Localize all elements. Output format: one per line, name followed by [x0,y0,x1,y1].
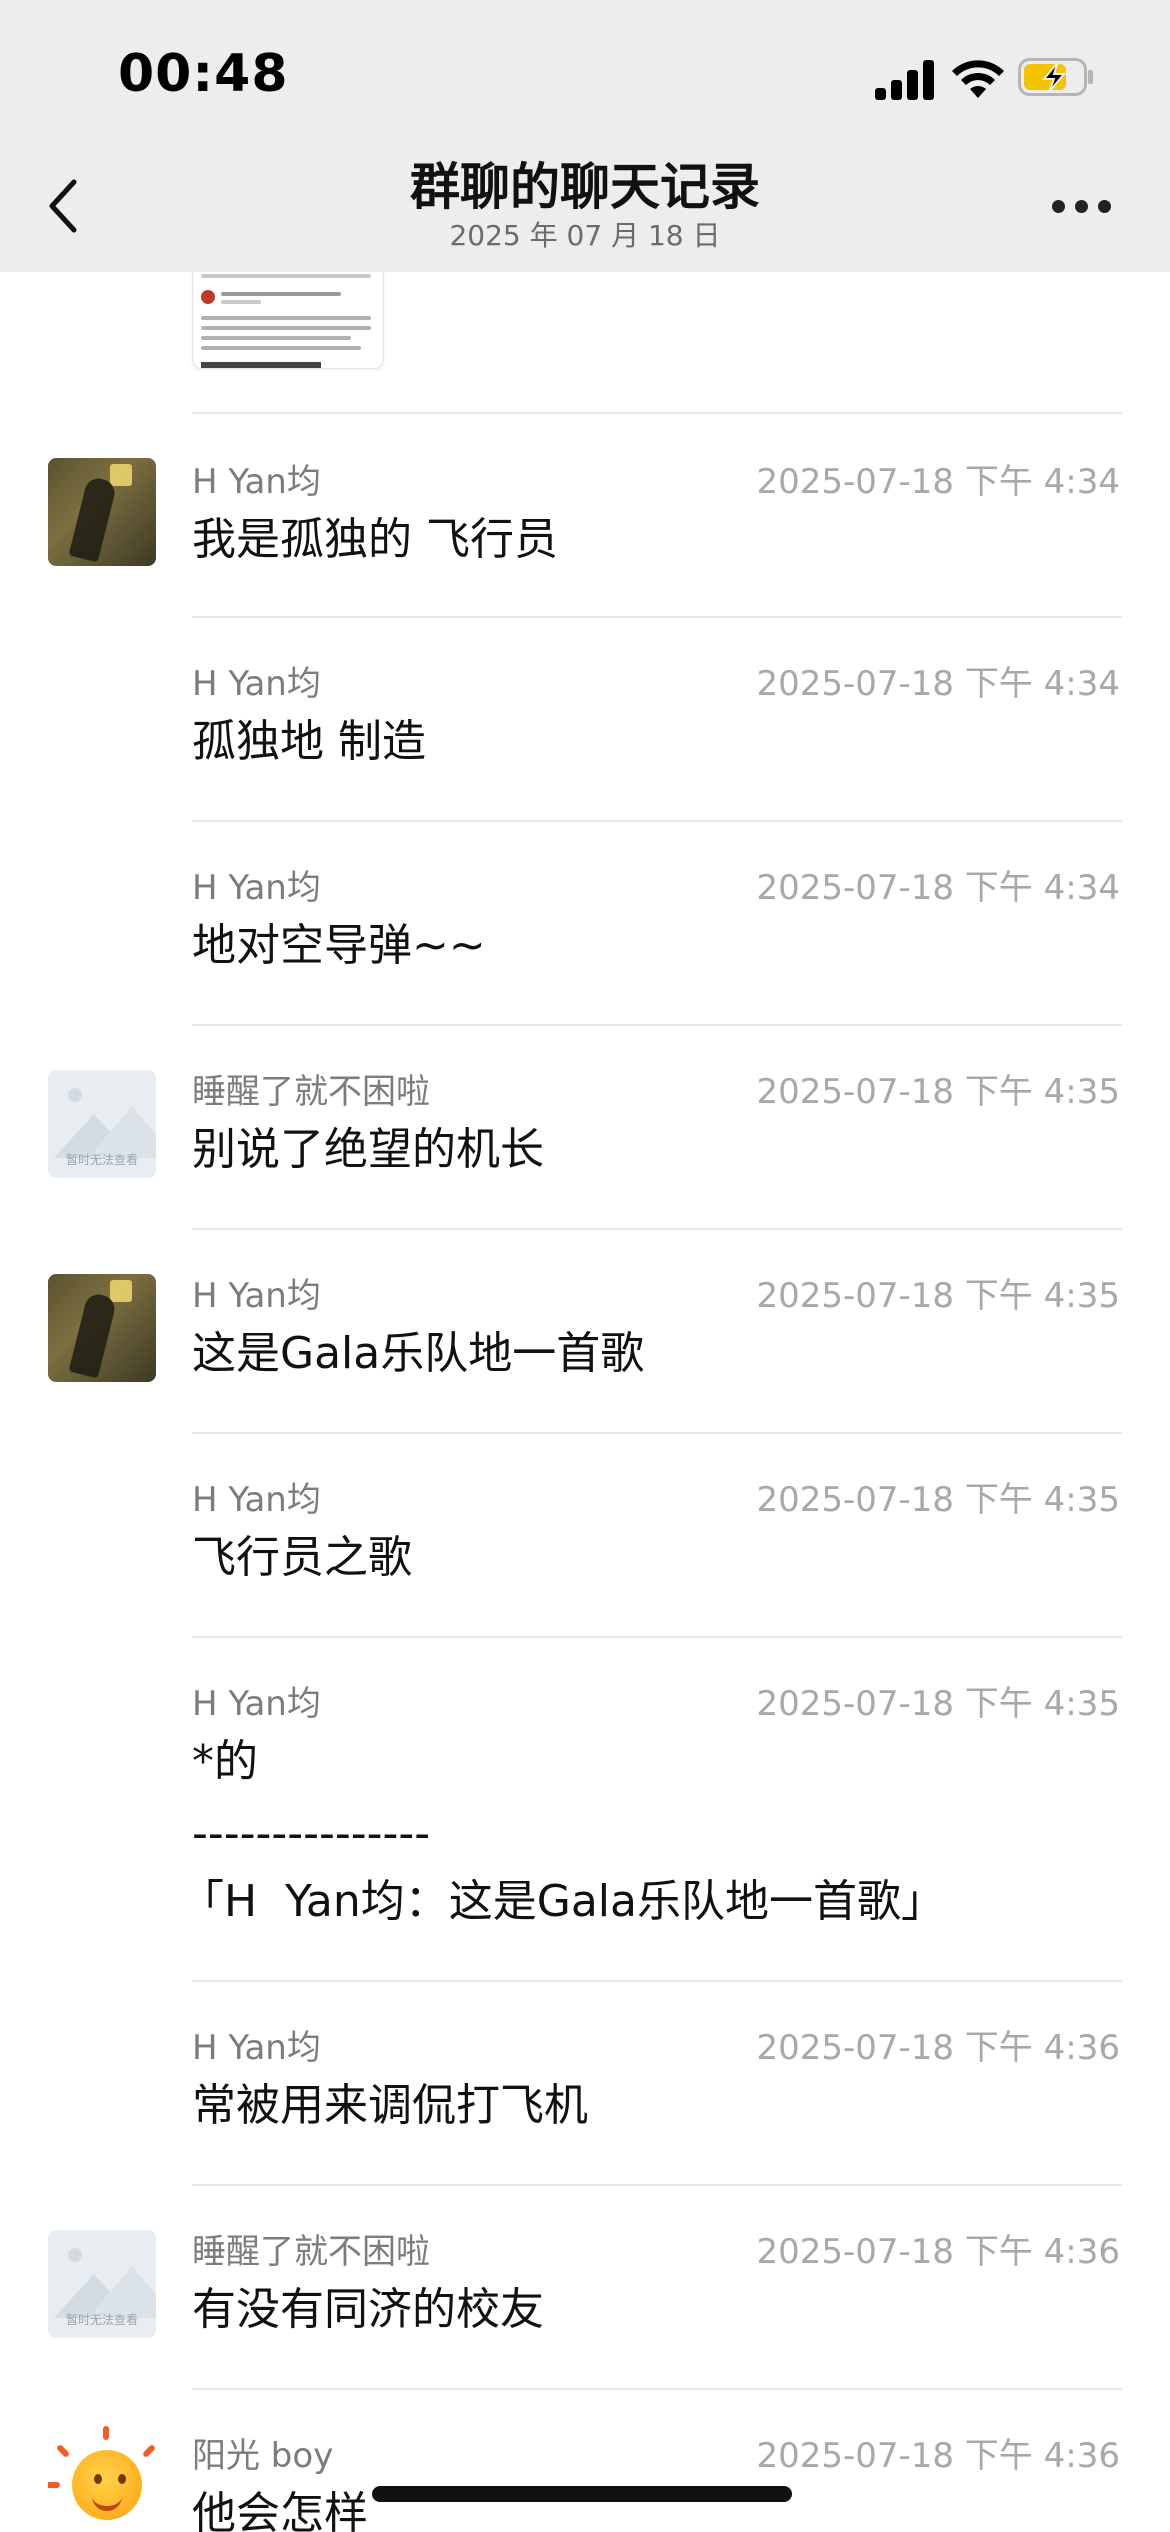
message-item[interactable]: 阳光 boy 2025-07-18 下午 4:36 他会怎样 [0,2390,1170,2532]
avatar[interactable] [48,2422,156,2530]
message-item[interactable]: H Yan均 2025-07-18 下午 4:36 常被用来调侃打飞机 [0,1982,1170,2182]
avatar-unavailable-text: 暂时无法查看 [65,1153,138,1167]
avatar-unavailable-text: 暂时无法查看 [65,2313,138,2327]
sender-name: 睡醒了就不困啦 [192,1072,430,1112]
message-time: 2025-07-18 下午 4:35 [756,1684,1120,1724]
message-time: 2025-07-18 下午 4:35 [756,1480,1120,1520]
navigation-header: 00:48 群聊的聊天记录 2025 年 07 月 18 日 [0,0,1170,272]
message-text: 孤独地 制造 [192,716,426,767]
message-text: 飞行员之歌 [192,1532,412,1583]
message-time: 2025-07-18 下午 4:35 [756,1072,1120,1112]
sender-name: 睡醒了就不困啦 [192,2232,430,2272]
message-text: *的 [192,1736,258,1787]
status-time: 00:48 [118,44,289,104]
message-time: 2025-07-18 下午 4:34 [756,868,1120,908]
sender-name: H Yan均 [192,462,321,502]
message-item[interactable]: H Yan均 2025-07-18 下午 4:35 *的 -----------… [0,1638,1170,1978]
battery-charging-icon [1018,58,1093,96]
forwarded-article-card[interactable] [192,268,384,369]
message-item[interactable]: H Yan均 2025-07-18 下午 4:34 我是孤独的 飞行员 [0,414,1170,614]
avatar[interactable]: 暂时无法查看 [48,2230,156,2338]
message-text: 他会怎样 [192,2488,368,2532]
signal-icon [875,60,937,100]
message-time: 2025-07-18 下午 4:34 [756,664,1120,704]
message-text: 常被用来调侃打飞机 [192,2080,588,2131]
more-options-icon[interactable] [1052,200,1112,216]
sender-name: H Yan均 [192,1684,321,1724]
sender-name: 阳光 boy [192,2436,334,2476]
message-item[interactable]: H Yan均 2025-07-18 下午 4:35 这是Gala乐队地一首歌 [0,1230,1170,1430]
message-time: 2025-07-18 下午 4:34 [756,462,1120,502]
sender-name: H Yan均 [192,868,321,908]
page-title: 群聊的聊天记录 [410,158,760,216]
message-item[interactable]: H Yan均 2025-07-18 下午 4:34 地对空导弹~~ [0,822,1170,1022]
sender-name: H Yan均 [192,1480,321,1520]
message-time: 2025-07-18 下午 4:36 [756,2232,1120,2272]
wifi-icon [952,60,1004,98]
message-item[interactable]: 暂时无法查看 睡醒了就不困啦 2025-07-18 下午 4:36 有没有同济的… [0,2186,1170,2386]
sender-name: H Yan均 [192,1276,321,1316]
quoted-message[interactable]: 「H Yan均：这是Gala乐队地一首歌」 [180,1866,945,1938]
message-text: 别说了绝望的机长 [192,1124,544,1175]
message-text: 这是Gala乐队地一首歌 [192,1328,645,1379]
message-time: 2025-07-18 下午 4:36 [756,2028,1120,2068]
header-title-group: 群聊的聊天记录 2025 年 07 月 18 日 [0,156,1170,254]
page-subtitle-date: 2025 年 07 月 18 日 [449,219,721,252]
message-text: 有没有同济的校友 [192,2284,544,2335]
sender-name: H Yan均 [192,2028,321,2068]
avatar[interactable] [48,458,156,566]
sender-name: H Yan均 [192,664,321,704]
message-text: 地对空导弹~~ [192,920,486,971]
avatar[interactable] [48,1274,156,1382]
message-item[interactable]: H Yan均 2025-07-18 下午 4:34 孤独地 制造 [0,618,1170,818]
message-item[interactable]: H Yan均 2025-07-18 下午 4:35 飞行员之歌 [0,1434,1170,1634]
message-item[interactable]: 暂时无法查看 睡醒了就不困啦 2025-07-18 下午 4:35 别说了绝望的… [0,1026,1170,1226]
avatar[interactable]: 暂时无法查看 [48,1070,156,1178]
message-text: 我是孤独的 飞行员 [192,514,558,565]
home-indicator[interactable] [372,2486,792,2502]
message-time: 2025-07-18 下午 4:36 [756,2436,1120,2476]
quote-separator: --------------- [192,1808,431,1859]
message-time: 2025-07-18 下午 4:35 [756,1276,1120,1316]
